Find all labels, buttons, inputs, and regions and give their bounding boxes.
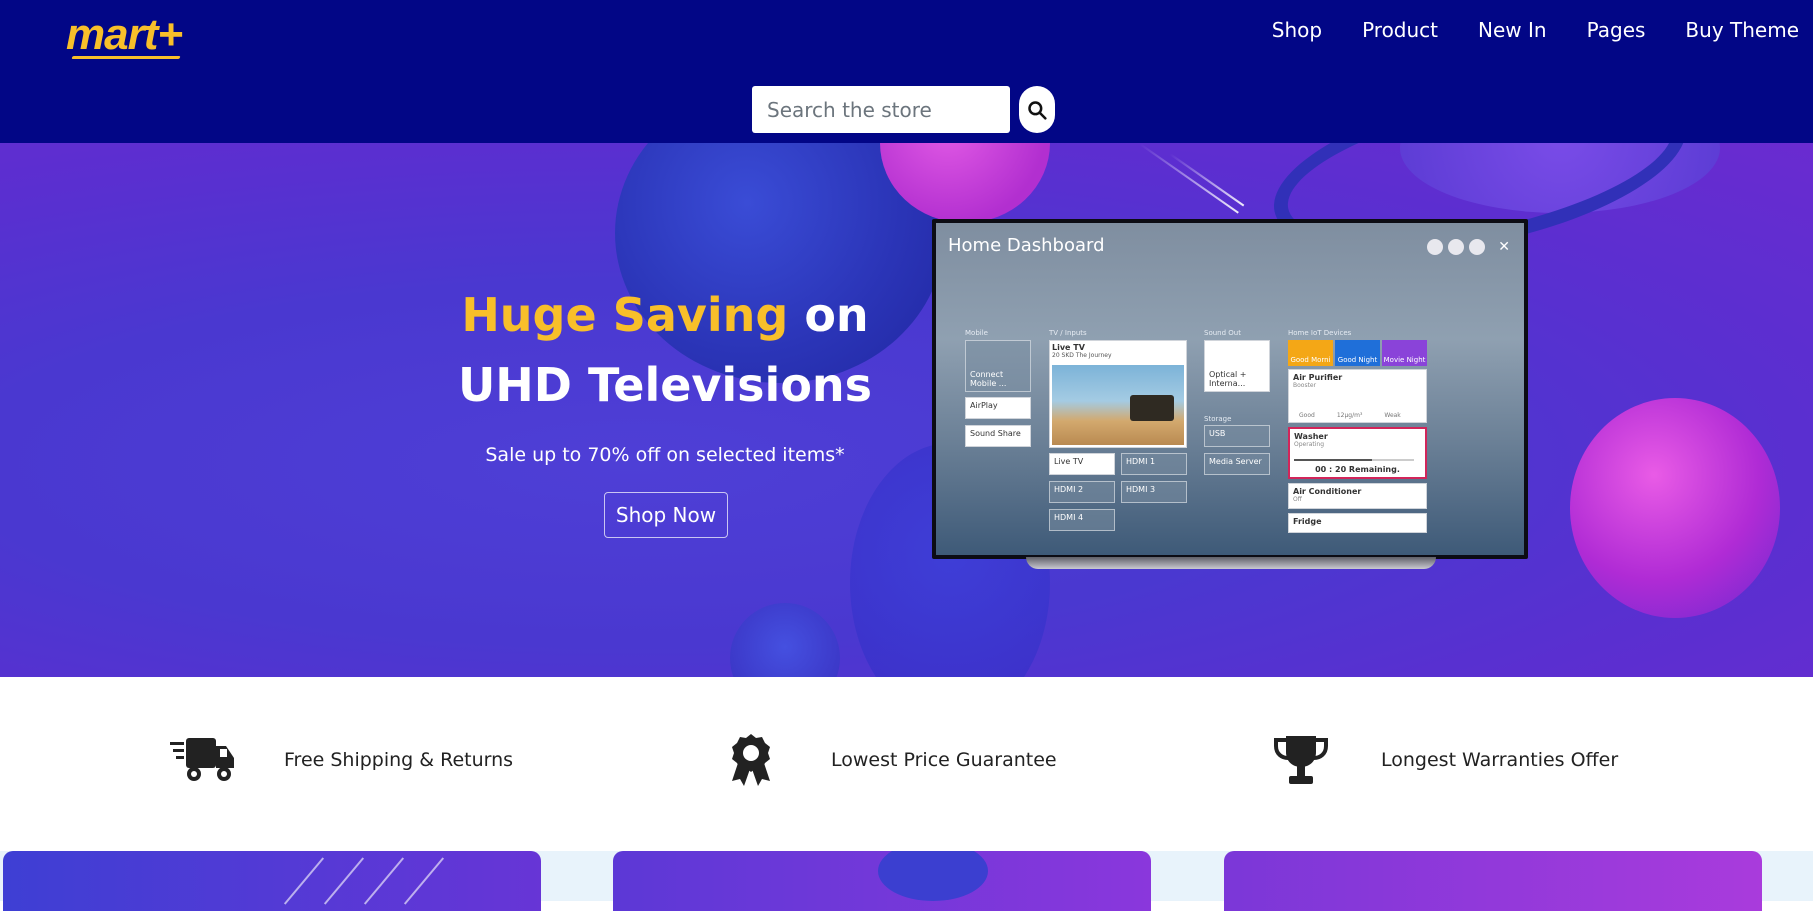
search-input[interactable] bbox=[752, 86, 1010, 133]
hero-title-accent: Huge Saving bbox=[461, 288, 789, 342]
nav-shop[interactable]: Shop bbox=[1272, 18, 1322, 42]
live-tv-channel: 20 SKD bbox=[1052, 352, 1074, 359]
tile-input-hdmi-4: HDMI 4 bbox=[1049, 509, 1115, 531]
device-readings: Good 12µg/m³ Weak bbox=[1299, 412, 1401, 419]
device-name: Washer bbox=[1294, 432, 1328, 441]
search-button[interactable] bbox=[1019, 86, 1055, 133]
device-washer: Washer Operating 00 : 20 Remaining. bbox=[1288, 427, 1427, 479]
hero-title-on: on bbox=[804, 288, 869, 342]
profile-icon bbox=[1427, 239, 1444, 255]
tile-input-hdmi-1: HDMI 1 bbox=[1121, 453, 1187, 475]
site-logo[interactable]: mart+ bbox=[66, 10, 183, 60]
shop-now-button[interactable]: Shop Now bbox=[604, 492, 728, 538]
tile-usb: USB bbox=[1204, 425, 1270, 447]
tv-screen: Home Dashboard ✕ Mobile TV / Inputs Soun… bbox=[936, 223, 1524, 555]
light-streak bbox=[1169, 153, 1245, 207]
tile-input-live-tv: Live TV bbox=[1049, 453, 1115, 475]
live-tv-show: The Journey bbox=[1075, 352, 1112, 359]
decorative-sphere bbox=[1570, 398, 1780, 618]
live-tv-thumbnail bbox=[1052, 365, 1184, 445]
device-name: Fridge bbox=[1293, 517, 1322, 526]
tile-sound-label: Optical + Interna... bbox=[1209, 370, 1247, 388]
scene-good-night: Good Night bbox=[1335, 340, 1380, 366]
col-label-mobile: Mobile bbox=[965, 329, 988, 337]
nav-product[interactable]: Product bbox=[1362, 18, 1438, 42]
reading-density: 12µg/m³ bbox=[1336, 412, 1363, 419]
device-name: Air Purifier bbox=[1293, 373, 1343, 382]
washer-progress bbox=[1294, 459, 1414, 461]
device-air-purifier: Air Purifier Booster Good 12µg/m³ Weak bbox=[1288, 369, 1427, 423]
reading-fan: Weak bbox=[1384, 412, 1401, 419]
live-tv-channel-line: 20 SKD The Journey bbox=[1052, 352, 1184, 359]
tile-input-hdmi-2: HDMI 2 bbox=[1049, 481, 1115, 503]
promo-card[interactable] bbox=[3, 851, 541, 911]
tile-media-server: Media Server bbox=[1204, 453, 1270, 475]
close-icon: ✕ bbox=[1498, 239, 1510, 255]
device-status: Off bbox=[1293, 496, 1302, 503]
reading-quality: Good bbox=[1299, 412, 1315, 419]
device-fridge: Fridge bbox=[1288, 513, 1427, 533]
feature-label: Lowest Price Guarantee bbox=[831, 749, 1057, 771]
promo-card[interactable] bbox=[1224, 851, 1762, 911]
hero-title-line2: UHD Televisions bbox=[457, 358, 873, 412]
jeep-shape bbox=[1130, 395, 1174, 421]
washer-remaining: 00 : 20 Remaining. bbox=[1315, 465, 1400, 474]
device-status: Operating bbox=[1294, 441, 1324, 448]
decorative-sphere bbox=[730, 603, 840, 677]
feature-label: Longest Warranties Offer bbox=[1381, 749, 1619, 771]
light-streak bbox=[1139, 143, 1239, 214]
scene-good-morning: Good Morni bbox=[1288, 340, 1333, 366]
tile-input-hdmi-3: HDMI 3 bbox=[1121, 481, 1187, 503]
device-name: Air Conditioner bbox=[1293, 487, 1362, 496]
tv-image: Home Dashboard ✕ Mobile TV / Inputs Soun… bbox=[932, 219, 1528, 559]
main-nav: Shop Product New In Pages Buy Theme bbox=[1272, 18, 1799, 42]
award-icon bbox=[716, 730, 786, 790]
hero-subtitle: Sale up to 70% off on selected items* bbox=[485, 444, 845, 466]
nav-pages[interactable]: Pages bbox=[1587, 18, 1646, 42]
decorative-sphere bbox=[878, 851, 988, 901]
feature-price: Lowest Price Guarantee bbox=[716, 730, 1057, 790]
tv-stand bbox=[1026, 557, 1436, 569]
tv-status-icons: ✕ bbox=[1427, 239, 1510, 255]
light-streak bbox=[283, 857, 325, 905]
search-icon bbox=[1028, 100, 1047, 120]
light-streak bbox=[323, 857, 365, 905]
device-air-conditioner: Air Conditioner Off bbox=[1288, 483, 1427, 509]
truck-icon bbox=[168, 730, 238, 790]
live-tv-label: Live TV bbox=[1052, 343, 1085, 352]
tile-live-tv-preview: Live TV 20 SKD The Journey bbox=[1049, 340, 1187, 448]
tile-sound-share: Sound Share bbox=[965, 425, 1031, 447]
feature-warranty: Longest Warranties Offer bbox=[1266, 730, 1618, 790]
device-status: Booster bbox=[1293, 382, 1317, 389]
promo-card[interactable] bbox=[613, 851, 1151, 911]
tv-dashboard-title: Home Dashboard bbox=[948, 235, 1105, 256]
gear-icon bbox=[1448, 239, 1465, 255]
col-label-sound-out: Sound Out bbox=[1204, 329, 1241, 337]
col-label-storage: Storage bbox=[1204, 415, 1232, 423]
nav-new-in[interactable]: New In bbox=[1478, 18, 1547, 42]
light-streak bbox=[403, 857, 445, 905]
tile-airplay: AirPlay bbox=[965, 397, 1031, 419]
feature-label: Free Shipping & Returns bbox=[284, 749, 514, 771]
site-header: mart+ Shop Product New In Pages Buy Them… bbox=[0, 0, 1813, 143]
power-icon bbox=[1469, 239, 1486, 255]
trophy-icon bbox=[1266, 730, 1336, 790]
tile-connect-mobile: Connect Mobile ... bbox=[965, 340, 1031, 392]
hero-title: Huge Saving on UHD Televisions bbox=[420, 280, 910, 420]
tile-label: Connect Mobile ... bbox=[970, 370, 1007, 388]
washer-progress-fill bbox=[1294, 459, 1372, 461]
light-streak bbox=[363, 857, 405, 905]
scene-movie-night: Movie Night bbox=[1382, 340, 1427, 366]
feature-shipping: Free Shipping & Returns bbox=[168, 730, 513, 790]
tile-sound-out: Optical + Interna... bbox=[1204, 340, 1270, 392]
nav-buy-theme[interactable]: Buy Theme bbox=[1685, 18, 1799, 42]
col-label-iot: Home IoT Devices bbox=[1288, 329, 1352, 337]
logo-underline bbox=[71, 56, 181, 59]
col-label-inputs: TV / Inputs bbox=[1049, 329, 1087, 337]
